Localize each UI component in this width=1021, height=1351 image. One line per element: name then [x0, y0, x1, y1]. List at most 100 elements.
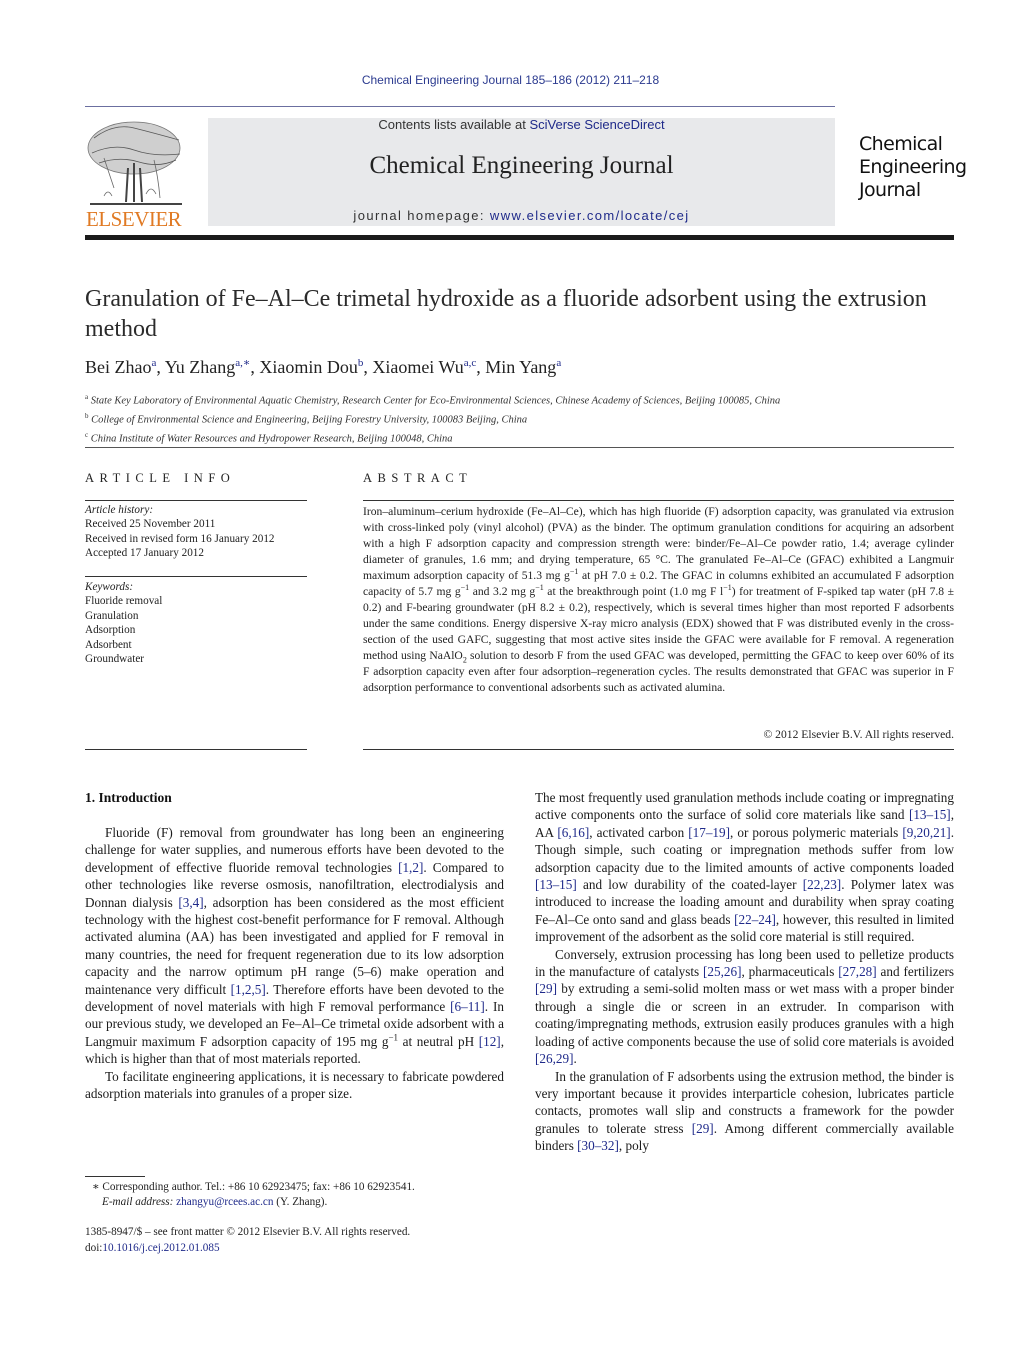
- journal-cover-logo: Chemical Engineering Journal: [859, 133, 967, 202]
- keyword: Adsorbent: [85, 638, 132, 651]
- footnote-rule: [85, 1176, 145, 1177]
- logo-line: Engineering: [859, 156, 967, 178]
- divider: [363, 749, 954, 750]
- affiliation-text: China Institute of Water Resources and H…: [90, 433, 453, 445]
- issn-line: 1385-8947/$ – see front matter © 2012 El…: [85, 1226, 411, 1238]
- corresponding-author-footnote: ∗ Corresponding author. Tel.: +86 10 629…: [92, 1180, 415, 1210]
- affiliation-mark[interactable]: a,c: [464, 357, 477, 369]
- citation-link[interactable]: [25,26]: [703, 964, 741, 979]
- citation-link[interactable]: [30–32]: [577, 1138, 619, 1153]
- journal-reference-link[interactable]: Chemical Engineering Journal 185–186 (20…: [0, 73, 1021, 87]
- divider: [85, 500, 307, 501]
- paragraph-text: and fertilizers: [876, 964, 954, 980]
- article-title: Granulation of Fe–Al–Ce trimetal hydroxi…: [85, 286, 927, 342]
- paragraph: In the granulation of F adsorbents using…: [535, 1068, 954, 1155]
- history-item: Received in revised form 16 January 2012: [85, 532, 275, 545]
- keyword: Fluoride removal: [85, 595, 163, 608]
- email-link[interactable]: zhangyu@rcees.ac.cn: [176, 1196, 273, 1208]
- citation-link[interactable]: [22–24]: [734, 912, 776, 927]
- logo-line: Journal: [859, 179, 921, 201]
- paragraph-text: by extruding a semi-solid molten mass or…: [535, 981, 954, 1049]
- article-info-heading: ARTICLE INFO: [85, 471, 236, 485]
- affiliation-mark[interactable]: a,∗: [235, 357, 250, 369]
- citation-link[interactable]: [12]: [479, 1034, 501, 1049]
- citation-link[interactable]: [1,2]: [398, 860, 423, 875]
- abstract-text: Iron–aluminum–cerium hydroxide (Fe–Al–Ce…: [363, 505, 955, 694]
- affiliation-text: College of Environmental Science and Eng…: [91, 414, 528, 426]
- affiliation: a State Key Laboratory of Environmental …: [85, 390, 780, 409]
- front-matter: 1385-8947/$ – see front matter © 2012 El…: [85, 1225, 410, 1256]
- author-name[interactable]: Bei Zhao: [85, 357, 151, 377]
- sciencedirect-link[interactable]: SciVerse ScienceDirect: [529, 117, 664, 132]
- divider: [85, 447, 954, 448]
- contents-prefix: Contents lists available at: [378, 117, 530, 132]
- author-name[interactable]: Xiaomei Wu: [372, 357, 463, 377]
- paragraph-text: , or porous polymeric materials: [730, 824, 903, 840]
- body-column-right: The most frequently used granulation met…: [535, 789, 954, 1155]
- contents-line: Contents lists available at SciVerse Sci…: [208, 117, 835, 132]
- keyword: Granulation: [85, 609, 139, 622]
- section-heading-introduction: 1. Introduction: [85, 790, 172, 805]
- divider: [363, 500, 954, 501]
- affiliation: b College of Environmental Science and E…: [85, 409, 780, 428]
- citation-link[interactable]: [13–15]: [535, 877, 577, 892]
- citation-link[interactable]: [17–19]: [688, 825, 730, 840]
- doi-prefix: doi:: [85, 1241, 103, 1254]
- citation-link[interactable]: [3,4]: [178, 895, 203, 910]
- author-name[interactable]: Xiaomin Dou: [259, 357, 358, 377]
- homepage-line: journal homepage: www.elsevier.com/locat…: [208, 208, 835, 223]
- author-name[interactable]: Min Yang: [485, 357, 556, 377]
- paragraph-text: The most frequently used granulation met…: [535, 790, 954, 823]
- author-name[interactable]: Yu Zhang: [165, 357, 236, 377]
- paragraph-text: and low durability of the coated-layer: [576, 877, 803, 893]
- affiliation-mark: a: [85, 393, 89, 401]
- paragraph: Conversely, extrusion processing has lon…: [535, 946, 954, 1068]
- citation-link[interactable]: [22,23]: [803, 877, 841, 892]
- abstract-heading: ABSTRACT: [363, 471, 473, 485]
- citation-link[interactable]: [26,29]: [535, 1051, 573, 1066]
- keyword: Adsorption: [85, 624, 136, 637]
- affiliation-mark: c: [85, 430, 89, 439]
- footnote-mark: ∗: [92, 1181, 100, 1193]
- citation-link[interactable]: [6–11]: [450, 999, 485, 1014]
- citation-link[interactable]: [27,28]: [838, 964, 876, 979]
- paragraph: To facilitate engineering applications, …: [85, 1068, 504, 1102]
- keywords: Keywords: Fluoride removal Granulation A…: [85, 580, 162, 666]
- citation-link[interactable]: [6,16]: [557, 825, 589, 840]
- footnote-text: Corresponding author. Tel.: +86 10 62923…: [102, 1181, 415, 1193]
- body-column-left: Fluoride (F) removal from groundwater ha…: [85, 824, 504, 1103]
- article-history: Article history: Received 25 November 20…: [85, 503, 275, 561]
- journal-title: Chemical Engineering Journal: [369, 152, 674, 179]
- abstract-copyright: © 2012 Elsevier B.V. All rights reserved…: [763, 728, 954, 741]
- keywords-label: Keywords:: [85, 581, 134, 593]
- history-item: Accepted 17 January 2012: [85, 547, 204, 560]
- affiliation-text: State Key Laboratory of Environmental Aq…: [90, 395, 781, 407]
- divider: [85, 749, 307, 750]
- affiliation-mark: b: [85, 411, 89, 420]
- paragraph: The most frequently used granulation met…: [535, 789, 954, 946]
- affiliations: a State Key Laboratory of Environmental …: [85, 390, 780, 446]
- history-item: Received 25 November 2011: [85, 518, 216, 531]
- affiliation-mark[interactable]: a: [556, 357, 561, 369]
- doi-link[interactable]: 10.1016/j.cej.2012.01.085: [102, 1242, 219, 1254]
- affiliation-mark[interactable]: b: [358, 357, 364, 369]
- paragraph-text: , pharmaceuticals: [741, 964, 839, 980]
- paragraph-text: , activated carbon: [589, 824, 689, 840]
- citation-link[interactable]: [29]: [535, 981, 557, 996]
- citation-link[interactable]: [29]: [692, 1121, 714, 1136]
- email-suffix: (Y. Zhang).: [273, 1196, 328, 1208]
- divider: [85, 576, 307, 577]
- header-rule: [85, 106, 835, 107]
- citation-link[interactable]: [9,20,21]: [902, 825, 950, 840]
- affiliation: c China Institute of Water Resources and…: [85, 428, 780, 447]
- keyword: Groundwater: [85, 653, 145, 666]
- citation-link[interactable]: [13–15]: [909, 807, 951, 822]
- paragraph-text: .: [573, 1051, 577, 1067]
- header-thick-rule: [85, 235, 954, 240]
- email-label: E-mail address:: [102, 1196, 177, 1208]
- homepage-link[interactable]: www.elsevier.com/locate/cej: [490, 208, 690, 223]
- paragraph-text: , poly: [618, 1138, 649, 1154]
- homepage-prefix: journal homepage:: [353, 208, 490, 223]
- affiliation-mark[interactable]: a: [151, 357, 156, 369]
- citation-link[interactable]: [1,2,5]: [231, 982, 266, 997]
